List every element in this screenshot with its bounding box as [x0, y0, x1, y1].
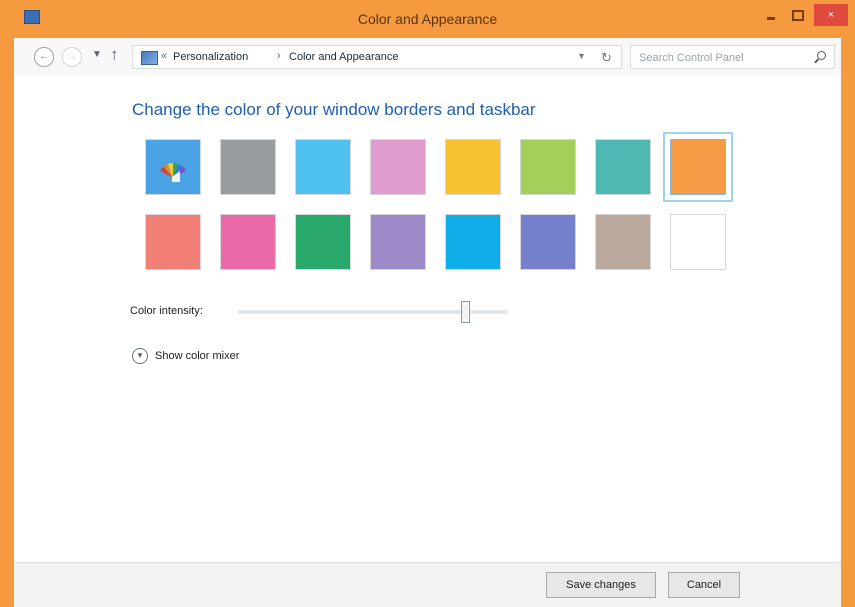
address-dropdown-icon[interactable]: ▾	[579, 51, 584, 62]
up-button[interactable]: ↑	[110, 45, 119, 65]
show-color-mixer-label: Show color mixer	[155, 350, 240, 362]
forward-arrow-icon: →	[67, 51, 77, 62]
color-intensity-label: Color intensity:	[130, 305, 203, 317]
color-swatch[interactable]	[445, 214, 501, 270]
breadcrumb[interactable]: « Personalization › Color and Appearance…	[132, 45, 622, 69]
breadcrumb-personalization[interactable]: Personalization	[173, 51, 248, 63]
color-swatch[interactable]	[670, 214, 726, 270]
search-icon[interactable]	[817, 51, 826, 60]
color-swatch[interactable]	[520, 139, 576, 195]
address-bar: ← → ▼ ↑ « Personalization › Color and Ap…	[14, 38, 841, 76]
color-swatch[interactable]	[663, 132, 733, 202]
cancel-button[interactable]: Cancel	[668, 572, 740, 598]
color-swatch[interactable]	[370, 214, 426, 270]
control-panel-icon	[141, 51, 158, 65]
color-swatch[interactable]	[220, 139, 276, 195]
breadcrumb-overflow-icon[interactable]: «	[161, 50, 167, 62]
color-swatch-automatic[interactable]	[145, 139, 201, 195]
close-button[interactable]: ×	[814, 4, 848, 26]
window-title: Color and Appearance	[357, 11, 498, 27]
breadcrumb-color-and-appearance[interactable]: Color and Appearance	[289, 51, 398, 63]
color-swatch[interactable]	[595, 139, 651, 195]
show-color-mixer-toggle[interactable]: ▾ Show color mixer	[132, 346, 239, 366]
dialog-footer: Save changes Cancel	[14, 562, 841, 607]
palette-icon	[160, 163, 186, 182]
breadcrumb-separator-icon[interactable]: ›	[277, 50, 281, 62]
back-arrow-icon: ←	[39, 51, 49, 62]
main-content: Change the color of your window borders …	[14, 76, 841, 562]
back-button[interactable]: ←	[34, 47, 54, 67]
recent-locations-button[interactable]: ▼	[92, 49, 102, 60]
color-swatch[interactable]	[145, 214, 201, 270]
refresh-icon[interactable]: ↻	[601, 50, 612, 66]
color-swatch[interactable]	[520, 214, 576, 270]
color-swatch[interactable]	[445, 139, 501, 195]
title-bar: Color and Appearance ×	[0, 0, 855, 38]
maximize-button[interactable]	[786, 4, 808, 26]
color-intensity-thumb[interactable]	[460, 301, 470, 323]
color-swatch[interactable]	[370, 139, 426, 195]
color-swatch[interactable]	[220, 214, 276, 270]
color-swatch[interactable]	[295, 214, 351, 270]
page-title: Change the color of your window borders …	[132, 100, 536, 119]
save-changes-button[interactable]: Save changes	[546, 572, 656, 598]
color-and-appearance-window: Color and Appearance × ← → ▼ ↑ « Persona…	[0, 0, 855, 607]
color-swatch[interactable]	[295, 139, 351, 195]
search-input[interactable]	[637, 48, 811, 68]
minimize-button[interactable]	[760, 4, 782, 26]
forward-button[interactable]: →	[62, 47, 82, 67]
chevron-down-icon: ▾	[132, 348, 148, 364]
up-arrow-icon: ↑	[110, 45, 119, 64]
search-box[interactable]	[630, 45, 835, 69]
color-swatch[interactable]	[595, 214, 651, 270]
